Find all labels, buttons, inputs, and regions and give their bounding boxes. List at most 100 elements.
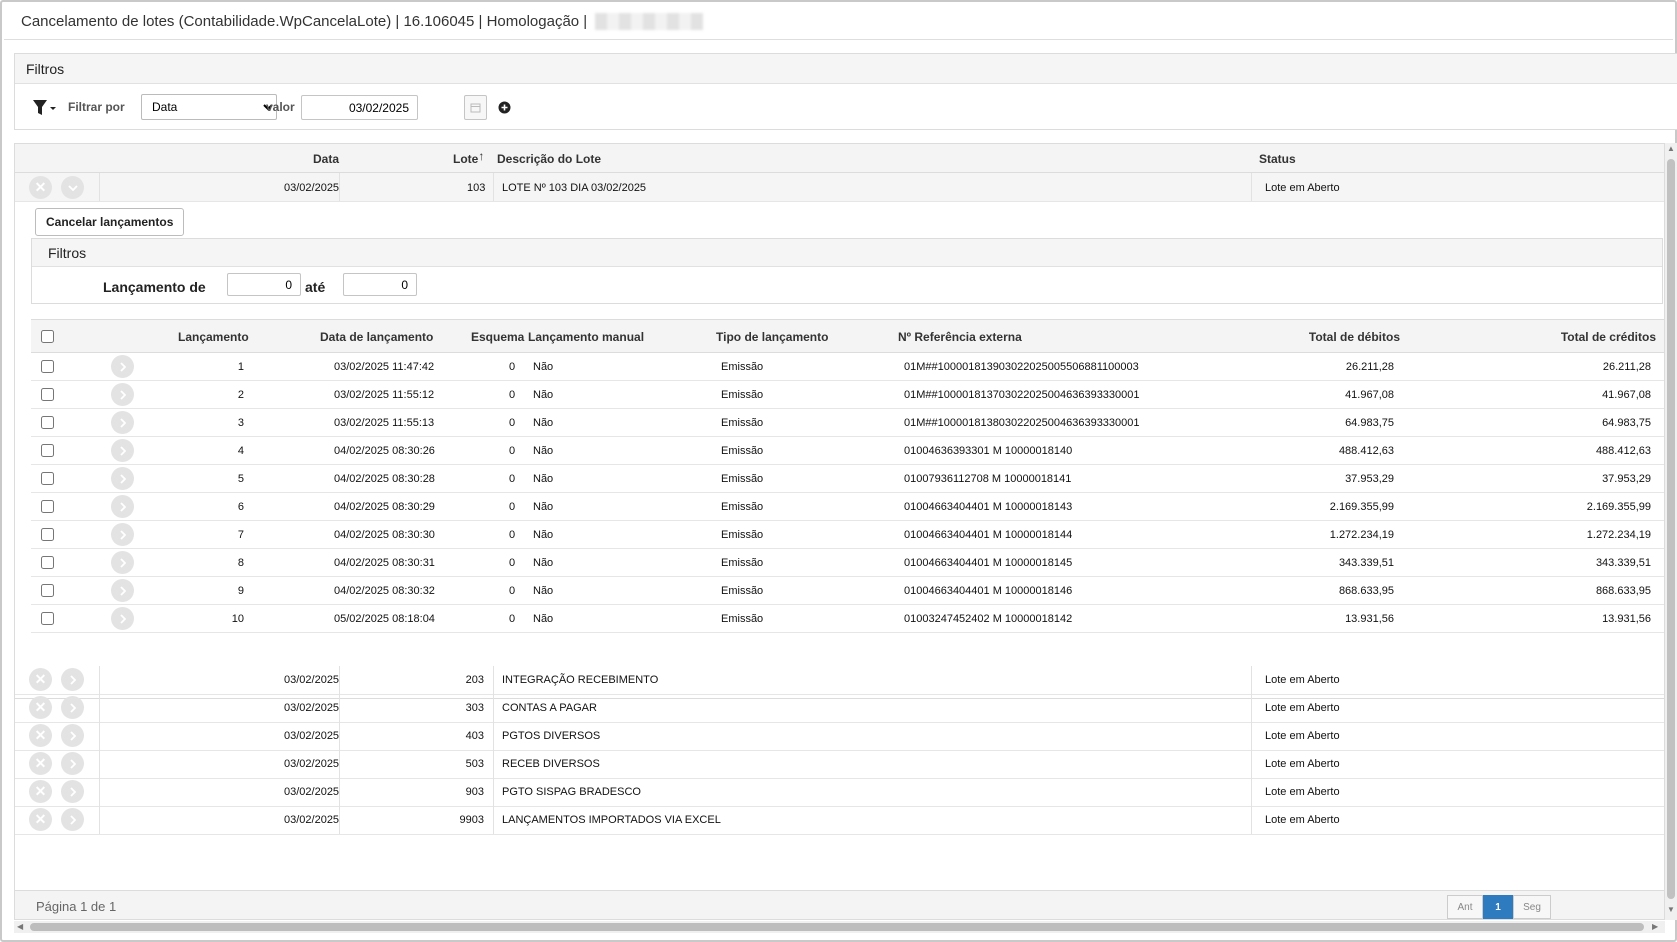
expand-chevron-icon[interactable] [61,696,84,719]
filter-row: Filtrar por Data valor [15,94,1677,122]
lot-status: Lote em Aberto [1265,814,1340,826]
expand-entry-icon[interactable] [111,467,134,490]
lot-number: 503 [465,758,484,770]
header-scheme[interactable]: Esquema [471,330,524,344]
entry-type: Emissão [721,529,764,541]
entry-checkbox[interactable] [41,584,54,597]
entry-manual: Não [533,529,554,541]
filter-value-input[interactable] [301,95,418,120]
expand-entry-icon[interactable] [111,383,134,406]
expand-entry-icon[interactable] [111,495,134,518]
entry-row[interactable]: 3 03/02/2025 11:55:13 0 Não Emissão 01M##1000… [31,409,1664,437]
scroll-right-icon[interactable]: ▶ [1652,922,1658,931]
header-manual[interactable]: Lançamento manual [528,330,644,344]
expand-entry-icon[interactable] [111,439,134,462]
cancel-entries-button[interactable]: Cancelar lançamentos [35,208,185,236]
cancel-lot-icon[interactable]: ✕ [29,724,52,747]
lot-date: 03/02/2025 [284,758,340,770]
range-to-input[interactable] [343,273,417,296]
entry-checkbox[interactable] [41,416,54,429]
expand-entry-icon[interactable] [111,607,134,630]
entry-row[interactable]: 4 04/02/2025 08:30:26 0 Não Emissão 010046363… [31,437,1664,465]
header-date[interactable]: Data [313,152,339,166]
entry-row[interactable]: 1 03/02/2025 11:47:42 0 Não Emissão 01M##1000… [31,353,1664,381]
header-description[interactable]: Descrição do Lote [497,152,601,166]
cancel-lot-icon[interactable]: ✕ [29,668,52,691]
range-from-input[interactable] [227,273,301,296]
entry-checkbox[interactable] [41,528,54,541]
filter-icon[interactable] [32,99,58,117]
header-entry[interactable]: Lançamento [178,330,249,344]
prev-page-button[interactable]: Ant [1447,895,1483,919]
lot-row[interactable]: ✕ 03/02/2025 903 PGTO SISPAG BRADESCO Lote e… [15,778,1664,807]
scroll-down-icon[interactable]: ▼ [1667,905,1675,914]
entry-checkbox[interactable] [41,472,54,485]
entry-row[interactable]: 9 04/02/2025 08:30:32 0 Não Emissão 010046634… [31,577,1664,605]
header-external-ref[interactable]: Nº Referência externa [898,330,1022,344]
select-all-checkbox[interactable] [41,330,54,343]
scroll-up-icon[interactable]: ▲ [1667,144,1675,153]
lot-row-expanded[interactable]: ✕ 03/02/2025 103 LOTE Nº 103 DIA 03/02/2… [15,173,1664,202]
entry-checkbox[interactable] [41,388,54,401]
header-entry-date[interactable]: Data de lançamento [320,330,433,344]
expand-entry-icon[interactable] [111,551,134,574]
entry-row[interactable]: 7 04/02/2025 08:30:30 0 Não Emissão 010046634… [31,521,1664,549]
cancel-lot-icon[interactable]: ✕ [29,808,52,831]
expand-entry-icon[interactable] [111,411,134,434]
cancel-lot-icon[interactable]: ✕ [29,696,52,719]
header-type[interactable]: Tipo de lançamento [716,330,828,344]
cancel-lot-icon[interactable]: ✕ [29,780,52,803]
expand-chevron-icon[interactable] [61,668,84,691]
entry-row[interactable]: 10 05/02/2025 08:18:04 0 Não Emissão 01003247… [31,605,1664,633]
entry-date: 03/02/2025 11:55:13 [334,417,435,429]
page-info: Página 1 de 1 [36,899,117,914]
expand-chevron-icon[interactable] [61,808,84,831]
header-lot[interactable]: Lote↑ [453,149,484,166]
header-total-debits[interactable]: Total de débitos [1309,330,1400,344]
vertical-scroll-thumb[interactable] [1667,159,1675,899]
entry-row[interactable]: 8 04/02/2025 08:30:31 0 Não Emissão 010046634… [31,549,1664,577]
expand-chevron-icon[interactable] [61,752,84,775]
lot-row[interactable]: ✕ 03/02/2025 203 INTEGRAÇÃO RECEBIMENTO Lote… [15,666,1664,695]
entry-manual: Não [533,389,554,401]
lot-row[interactable]: ✕ 03/02/2025 9903 LANÇAMENTOS IMPORTADOS VI… [15,806,1664,835]
entry-type: Emissão [721,557,764,569]
add-filter-icon[interactable] [498,101,511,114]
cancel-lot-icon[interactable]: ✕ [29,176,52,199]
lot-row[interactable]: ✕ 03/02/2025 403 PGTOS DIVERSOS Lote em Aber… [15,722,1664,751]
lot-row[interactable]: ✕ 03/02/2025 303 CONTAS A PAGAR Lote em Aber… [15,694,1664,723]
expand-entry-icon[interactable] [111,355,134,378]
entry-total-debits: 343.339,51 [1338,557,1394,569]
entry-row[interactable]: 5 04/02/2025 08:30:28 0 Não Emissão 010079361… [31,465,1664,493]
entry-checkbox[interactable] [41,556,54,569]
entry-number: 10 [231,613,244,625]
entry-checkbox[interactable] [41,360,54,373]
entry-row[interactable]: 6 04/02/2025 08:30:29 0 Não Emissão 010046634… [31,493,1664,521]
horizontal-scrollbar[interactable]: ◀ ▶ [14,921,1665,933]
entry-manual: Não [533,501,554,513]
header-status[interactable]: Status [1259,152,1296,166]
expand-entry-icon[interactable] [111,523,134,546]
lot-status: Lote em Aberto [1265,674,1340,686]
expand-entry-icon[interactable] [111,579,134,602]
calendar-button[interactable] [464,95,487,120]
horizontal-scroll-thumb[interactable] [30,923,1644,931]
expand-chevron-icon[interactable] [61,724,84,747]
entry-row[interactable]: 2 03/02/2025 11:55:12 0 Não Emissão 01M##1000… [31,381,1664,409]
next-page-button[interactable]: Seg [1513,895,1551,919]
entry-checkbox[interactable] [41,612,54,625]
current-page-button[interactable]: 1 [1483,895,1513,919]
entry-checkbox[interactable] [41,500,54,513]
lot-row[interactable]: ✕ 03/02/2025 503 RECEB DIVERSOS Lote em Aber… [15,750,1664,779]
lots-grid: Data Lote↑ Descrição do Lote Status ✕ 03… [14,143,1665,920]
collapse-chevron-icon[interactable] [61,176,84,199]
vertical-scrollbar[interactable]: ▲ ▼ [1665,143,1677,920]
scroll-left-icon[interactable]: ◀ [17,922,23,931]
lot-status: Lote em Aberto [1265,786,1340,798]
filter-field-select[interactable]: Data [141,94,277,120]
cancel-lot-icon[interactable]: ✕ [29,752,52,775]
expand-chevron-icon[interactable] [61,780,84,803]
entry-type: Emissão [721,445,764,457]
entry-checkbox[interactable] [41,444,54,457]
header-total-credits[interactable]: Total de créditos [1561,330,1656,344]
